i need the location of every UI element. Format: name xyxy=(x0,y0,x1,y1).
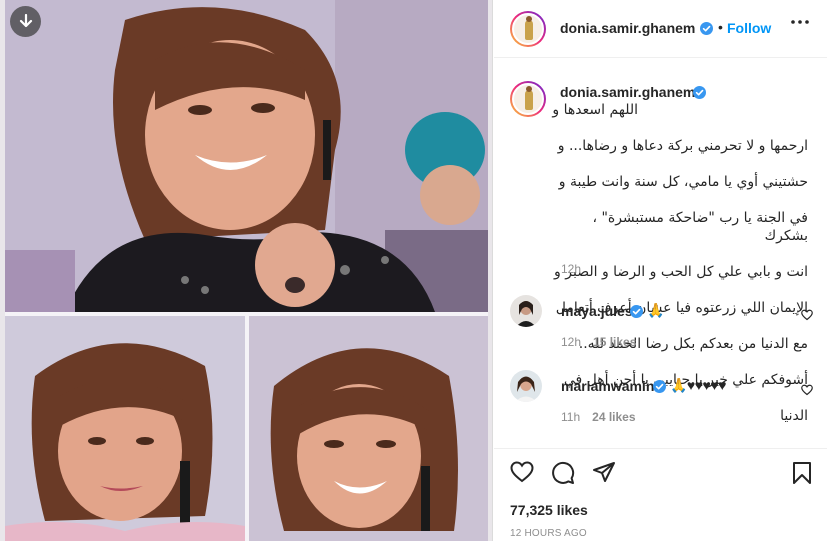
download-icon[interactable] xyxy=(10,6,41,37)
verified-badge-icon xyxy=(700,22,713,35)
comment-item: maya.jules 🙏 12h 15 likes xyxy=(494,295,827,355)
post-action-bar xyxy=(494,448,827,494)
follow-button[interactable]: Follow xyxy=(727,20,771,36)
verified-badge-icon xyxy=(653,380,666,393)
commenter-username[interactable]: maya.jules xyxy=(561,303,633,319)
heart-icon[interactable] xyxy=(801,309,813,321)
share-icon[interactable] xyxy=(592,461,616,483)
comment-time[interactable]: 12h xyxy=(561,335,581,349)
caption-line: انت و بابي علي كل الحب و الرضا و الصبر و xyxy=(554,264,808,280)
caption-line: اللهم اسعدها و xyxy=(552,102,638,118)
collage-photo-bottom-right xyxy=(249,316,488,541)
comment-text: 🙏♥♥♥♥♥ xyxy=(670,377,727,393)
caption-line: ارحمها و لا تحرمني بركة دعاها و رضاها...… xyxy=(557,138,808,154)
comment-time[interactable]: 11h xyxy=(561,410,580,424)
comment-item: mariamwamin 🙏♥♥♥♥♥ 11h 24 likes xyxy=(494,370,827,430)
post-header: donia.samir.ghanem • Follow xyxy=(494,0,827,58)
comment-likes[interactable]: 15 likes xyxy=(593,335,636,349)
collage-divider-vertical xyxy=(245,316,249,541)
comment-meta: 11h 24 likes xyxy=(561,410,636,424)
commenter-username[interactable]: mariamwamin xyxy=(561,378,654,394)
caption-timestamp[interactable]: 12h xyxy=(561,262,581,276)
heart-icon[interactable] xyxy=(801,384,813,396)
author-username[interactable]: donia.samir.ghanem xyxy=(560,20,695,36)
more-options-icon[interactable] xyxy=(791,20,809,24)
comments-scroll-area[interactable]: donia.samir.ghanem اللهم اسعدها و ارحمها… xyxy=(494,59,827,442)
comment-likes[interactable]: 24 likes xyxy=(592,410,635,424)
post-image-pane[interactable] xyxy=(0,0,493,541)
verified-badge-icon xyxy=(630,305,643,318)
author-avatar[interactable] xyxy=(510,11,546,47)
post-side-panel: donia.samir.ghanem • Follow donia.samir.… xyxy=(494,0,827,541)
likes-count[interactable]: 77,325 likes xyxy=(510,502,588,518)
photo-collage xyxy=(5,0,488,541)
commenter-avatar[interactable] xyxy=(510,370,542,402)
caption-line: في الجنة يا رب "ضاحكة مستبشرة" ، بشكرك xyxy=(592,210,808,244)
header-separator: • xyxy=(718,19,723,35)
comment-text: 🙏 xyxy=(647,302,665,318)
caption-author-avatar[interactable] xyxy=(510,81,546,117)
collage-photo-top xyxy=(5,0,488,312)
caption-line: حشتيني أوي يا مامي، كل سنة وانت طيبة و xyxy=(558,174,808,190)
comment-icon[interactable] xyxy=(551,461,575,485)
comment-meta: 12h 15 likes xyxy=(561,335,636,349)
collage-photo-bottom-left xyxy=(5,316,245,541)
post-timestamp[interactable]: 12 HOURS AGO xyxy=(510,528,587,539)
bookmark-icon[interactable] xyxy=(792,461,812,485)
commenter-avatar[interactable] xyxy=(510,295,542,327)
heart-icon[interactable] xyxy=(510,461,534,483)
